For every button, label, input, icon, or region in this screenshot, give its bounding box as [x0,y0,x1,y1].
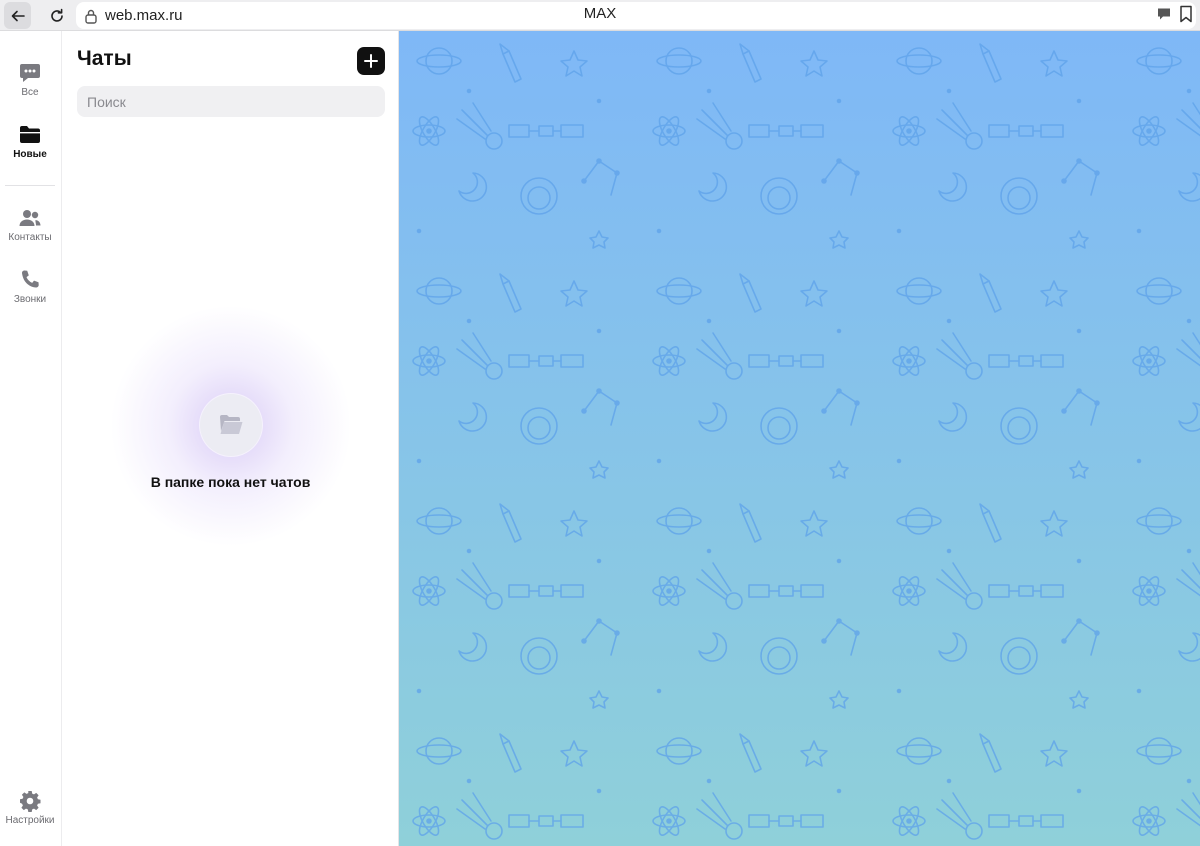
rail-item-label: Настройки [5,815,55,826]
reload-icon [50,8,63,22]
gear-icon [20,791,41,812]
chats-panel: Чаты В папке пока нет чатов [62,31,399,846]
back-button[interactable] [4,2,31,29]
chat-bubble-icon[interactable] [1156,6,1172,22]
rail-item-calls[interactable]: Звонки [0,266,60,322]
open-folder-icon [220,415,243,434]
rail-item-contacts[interactable]: Контакты [0,204,60,260]
browser-toolbar: web.max.ru MAX [0,0,1200,31]
rail-item-all[interactable]: Все [0,59,60,115]
rail-item-label: Звонки [13,294,47,305]
new-chat-button[interactable] [357,47,385,75]
search-input[interactable] [77,86,385,117]
rail-item-new[interactable]: Новые [0,121,60,177]
rail-item-label: Контакты [8,232,52,243]
address-bar[interactable]: web.max.ru [76,2,1196,29]
space-doodle-pattern [399,31,1200,846]
contacts-icon [19,210,41,226]
address-text[interactable]: web.max.ru [105,7,183,24]
chats-title: Чаты [77,47,132,70]
phone-icon [21,270,39,288]
folder-icon [20,126,40,143]
reload-button[interactable] [43,2,70,29]
empty-state-icon-circle [200,394,262,456]
lock-icon [85,9,97,24]
rail-item-settings[interactable]: Настройки [0,787,60,843]
rail-item-label: Все [21,87,39,98]
bookmark-icon[interactable] [1179,5,1193,23]
back-arrow-icon [11,10,25,21]
empty-state-text: В папке пока нет чатов [150,474,311,490]
plus-icon [364,54,378,68]
chat-wallpaper [399,31,1200,846]
rail-item-label: Новые [13,149,47,160]
rail-divider [5,185,55,186]
chat-bubble-icon [20,64,40,82]
nav-rail: Все Новые Контакты Звонки Настройки [0,31,62,846]
